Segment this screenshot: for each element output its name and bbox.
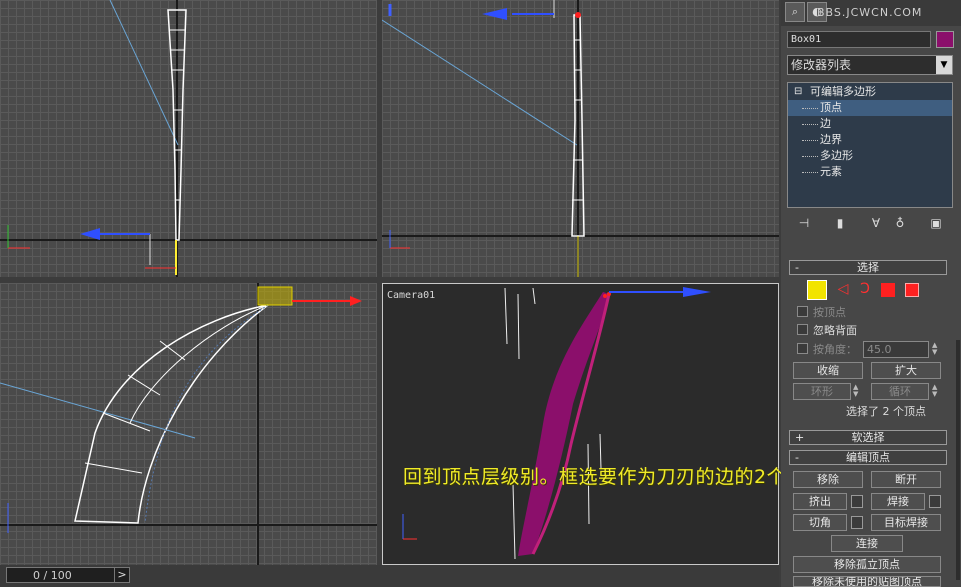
top-view-geometry [0,0,377,277]
angle-value-field[interactable]: 45.0 [863,341,929,358]
selection-status: 选择了 2 个顶点 [846,405,926,418]
remove-isolated-button[interactable]: 移除孤立顶点 [793,556,941,573]
front-view-geometry [382,0,779,277]
element-mode-icon[interactable] [905,283,919,297]
remove-unused-map-button[interactable]: 移除未使用的贴图顶点 [793,576,941,587]
stack-item-element[interactable]: 元素 [788,164,952,180]
stack-root-label: 可编辑多边形 [810,85,876,98]
show-end-result-icon[interactable]: ▮ [831,214,849,232]
ignore-backfacing-checkbox[interactable] [797,324,808,335]
chamfer-settings-button[interactable] [851,516,863,529]
viewport-left[interactable] [0,283,377,565]
selection-rollout-header[interactable]: - 选择 [789,260,947,275]
modifier-list-dropdown[interactable]: 修改器列表 ▼ [787,55,953,75]
frame-counter: 0 / 100 [33,569,72,582]
viewport-camera[interactable]: Camera01 [382,283,779,565]
edit-vertices-rollout-header[interactable]: - 编辑顶点 [789,450,947,465]
configure-sets-icon[interactable]: ▣ [927,214,945,232]
ignore-backfacing-label: 忽略背面 [813,324,857,337]
polygon-mode-icon[interactable] [881,283,895,297]
by-vertex-checkbox[interactable] [797,306,808,317]
ring-button[interactable]: 环形 [793,383,851,400]
make-unique-icon[interactable]: ∀ [867,214,885,232]
collapse-icon[interactable]: ⊟ [794,84,802,100]
remove-modifier-icon[interactable]: ♁ [891,214,909,232]
loop-spinner[interactable]: ▲ ▼ [932,384,940,398]
next-frame-button[interactable]: > [114,568,129,582]
pin-stack-icon[interactable]: ⊣ [795,214,813,232]
vertex-mode-icon[interactable] [807,280,827,300]
by-angle-label: 按角度： [813,343,857,356]
watermark: BBS.JCWCN.COM [817,6,923,19]
stack-item-polygon[interactable]: 多边形 [788,148,952,164]
left-view-geometry [0,283,377,565]
panel-scrollbar[interactable] [956,340,960,580]
tutorial-annotation: 回到顶点层级别。框选要作为刀刃的边的2个点 [403,466,806,488]
search-icon[interactable]: ⌕ [785,2,805,22]
chevron-down-icon[interactable]: ▼ [936,56,952,74]
edge-mode-icon[interactable]: ◁ [833,280,853,300]
object-color-swatch[interactable] [936,31,954,48]
viewport-front[interactable] [382,0,779,277]
by-vertex-label: 按顶点 [813,306,846,319]
chamfer-button[interactable]: 切角 [793,514,847,531]
weld-settings-button[interactable] [929,495,941,508]
modifier-stack: ⊟ 可编辑多边形 顶点 边 边界 多边形 元素 [787,82,953,208]
stack-item-edge[interactable]: 边 [788,116,952,132]
connect-button[interactable]: 连接 [831,535,903,552]
soft-selection-rollout-header[interactable]: + 软选择 [789,430,947,445]
timeline-bar: 0 / 100 > [0,565,779,587]
shrink-button[interactable]: 收缩 [793,362,863,379]
camera-view-geometry [402,287,711,560]
command-panel: ⌕ ◐ BBS.JCWCN.COM Box01 修改器列表 ▼ ⊟ 可编辑多边形… [781,0,961,587]
weld-button[interactable]: 焊接 [871,493,925,510]
stack-root-item[interactable]: ⊟ 可编辑多边形 [788,84,952,100]
viewport-top[interactable] [0,0,377,277]
stack-toolbar: ⊣ ▮ ∀ ♁ ▣ [787,212,953,236]
target-weld-button[interactable]: 目标焊接 [871,514,941,531]
stack-item-border[interactable]: 边界 [788,132,952,148]
loop-button[interactable]: 循环 [871,383,929,400]
by-angle-checkbox[interactable] [797,343,808,354]
extrude-button[interactable]: 挤出 [793,493,847,510]
break-button[interactable]: 断开 [871,471,941,488]
border-mode-icon[interactable]: Ͻ [855,280,875,300]
remove-button[interactable]: 移除 [793,471,863,488]
stack-item-vertex[interactable]: 顶点 [788,100,952,116]
angle-spinner[interactable]: ▲ ▼ [932,342,940,356]
ring-spinner[interactable]: ▲ ▼ [853,384,861,398]
panel-tabs: ⌕ ◐ BBS.JCWCN.COM [781,0,961,26]
extrude-settings-button[interactable] [851,495,863,508]
object-name-field[interactable]: Box01 [787,31,931,48]
time-slider[interactable]: 0 / 100 > [6,567,130,583]
modifier-list-label: 修改器列表 [791,58,852,72]
grow-button[interactable]: 扩大 [871,362,941,379]
